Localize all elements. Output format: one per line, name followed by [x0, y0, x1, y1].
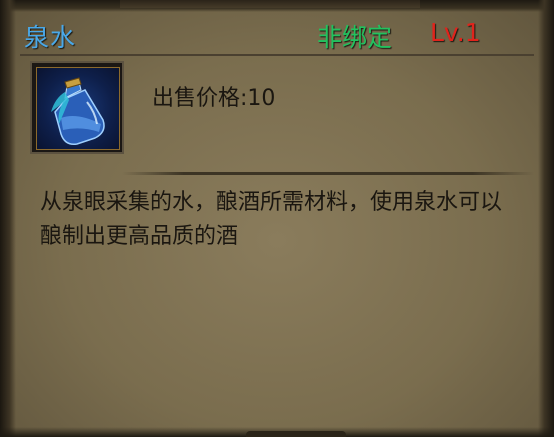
item-tooltip: 泉水 非绑定 Lv.1 出售价格:10 从泉眼采集的水，酿酒所需材料，使用泉水可… — [0, 0, 554, 437]
item-level: Lv.1 — [430, 18, 481, 47]
bind-state-label: 非绑定 — [317, 23, 393, 52]
frame-top-ornament — [120, 0, 420, 8]
header-divider — [20, 54, 534, 56]
frame-left-edge — [0, 0, 16, 437]
item-icon-slot — [30, 61, 124, 154]
frame-bottom-tab — [246, 431, 346, 437]
frame-right-edge — [538, 0, 554, 437]
item-description: 从泉眼采集的水，酿酒所需材料，使用泉水可以酿制出更高品质的酒 — [40, 190, 503, 249]
sell-price: 出售价格:10 — [152, 86, 276, 111]
section-divider — [122, 172, 534, 175]
potion-bottle-icon — [36, 67, 120, 150]
item-name: 泉水 — [24, 23, 77, 52]
tooltip-header: 泉水 非绑定 Lv.1 — [12, 12, 542, 54]
